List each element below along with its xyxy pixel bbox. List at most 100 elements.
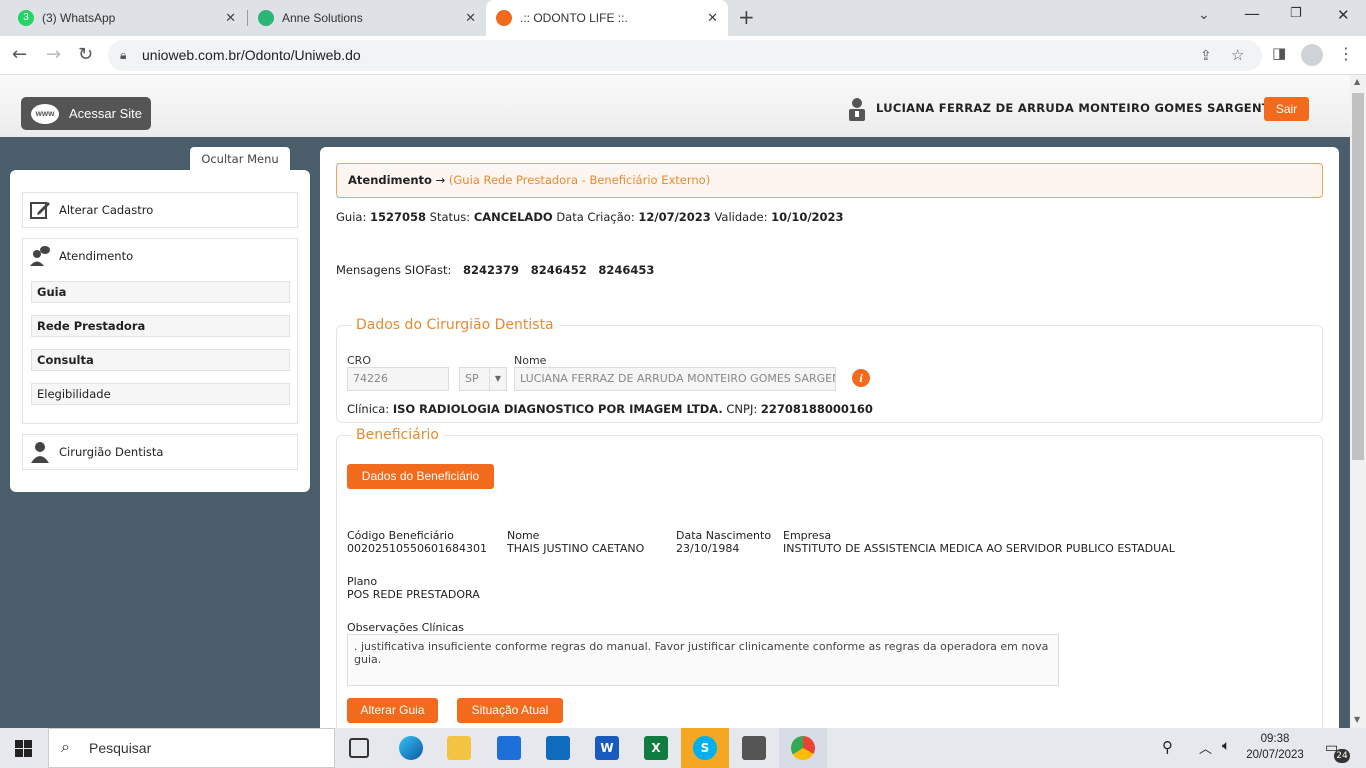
beneficiario-legend: Beneficiário <box>356 427 439 443</box>
nascimento-label: Data Nascimento <box>676 529 772 542</box>
empresa-value: INSTITUTO DE ASSISTENCIA MEDICA AO SERVI… <box>783 542 1175 555</box>
guia-label: Guia: <box>336 210 367 224</box>
cnpj-value: 22708188000160 <box>760 402 873 416</box>
sidebar-subitem-consulta[interactable]: Consulta <box>31 349 290 371</box>
page-scrollbar[interactable]: ▲ ▼ <box>1350 75 1366 728</box>
new-tab-icon[interactable]: + <box>738 5 755 29</box>
windows-taskbar: ⌕ Pesquisar W X S ⚲ ︿ 🔈︎ 09:38 20/07/202… <box>0 728 1366 768</box>
sidebar-item-alterar-cadastro[interactable]: Alterar Cadastro <box>22 192 298 228</box>
tab-title: .:: ODONTO LIFE ::. <box>520 11 628 25</box>
acessar-site-button[interactable]: www Acessar Site <box>21 97 151 130</box>
windows-start-icon[interactable] <box>15 740 32 757</box>
sidebar-item-atendimento[interactable]: Atendimento <box>23 239 297 273</box>
uf-select[interactable]: SP ▼ <box>459 367 507 391</box>
plano-label: Plano <box>347 575 378 588</box>
scrollbar-thumb[interactable] <box>1352 93 1364 460</box>
dentist-icon <box>31 442 49 463</box>
guia-number: 1527058 <box>369 210 426 224</box>
observacoes-textarea[interactable]: . justificativa insuficiente conforme re… <box>347 634 1059 686</box>
address-bar: ← → ↻ 🔒︎ unioweb.com.br/Odonto/Uniweb.do… <box>0 36 1366 75</box>
window-close-icon[interactable]: ✕ <box>1337 6 1350 24</box>
www-globe-icon: www <box>31 103 59 124</box>
clock-date: 20/07/2023 <box>1246 749 1304 761</box>
cro-input[interactable]: 74226 <box>347 367 449 391</box>
codigo-beneficiario: Código Beneficiário 00202510550601684301 <box>347 529 487 555</box>
edge-icon[interactable] <box>399 736 423 760</box>
taskbar-chrome[interactable] <box>779 728 827 768</box>
hide-menu-button[interactable]: Ocultar Menu <box>190 147 290 171</box>
sidebar-item-label: Atendimento <box>59 249 134 263</box>
url-field[interactable]: 🔒︎ unioweb.com.br/Odonto/Uniweb.do ⇪ ☆ <box>108 40 1262 71</box>
empresa-label: Empresa <box>783 529 832 542</box>
scroll-up-icon[interactable]: ▲ <box>1354 77 1360 86</box>
taskbar-clock[interactable]: 09:38 20/07/2023 <box>1240 731 1310 763</box>
chrome-icon <box>791 736 815 760</box>
mail-icon[interactable] <box>546 736 570 760</box>
uf-value: SP <box>465 372 479 385</box>
taskbar-search[interactable]: ⌕ Pesquisar <box>48 728 335 768</box>
forward-icon[interactable]: → <box>46 44 61 65</box>
sidebar-item-cirurgiao-dentista[interactable]: Cirurgião Dentista <box>22 434 298 470</box>
notification-badge: 24 <box>1334 749 1350 763</box>
info-icon[interactable]: i <box>852 369 870 387</box>
word-icon[interactable]: W <box>595 736 619 760</box>
siofast-message[interactable]: 8246453 <box>598 263 654 277</box>
kebab-menu-icon[interactable]: ⋮ <box>1338 44 1354 63</box>
siofast-message[interactable]: 8246452 <box>531 263 587 277</box>
task-view-icon[interactable] <box>349 738 369 758</box>
empresa: Empresa INSTITUTO DE ASSISTENCIA MEDICA … <box>783 529 1175 555</box>
file-explorer-icon[interactable] <box>447 736 471 760</box>
siofast-message[interactable]: 8242379 <box>463 263 519 277</box>
tab-whatsapp[interactable]: 3 (3) WhatsApp ✕ <box>8 0 246 36</box>
people-icon[interactable]: ⚲ <box>1162 738 1173 756</box>
tab-title: (3) WhatsApp <box>42 11 116 25</box>
main-panel: Atendimento → (Guia Rede Prestadora - Be… <box>320 147 1339 728</box>
excel-icon[interactable]: X <box>644 736 668 760</box>
dentista-nome-input[interactable]: LUCIANA FERRAZ DE ARRUDA MONTEIRO GOMES … <box>514 367 836 391</box>
site-header: www Acessar Site LUCIANA FERRAZ DE ARRUD… <box>0 75 1350 137</box>
close-icon[interactable]: ✕ <box>225 10 236 26</box>
volume-muted-icon[interactable]: 🔈︎ <box>1222 738 1230 754</box>
bookmark-star-icon[interactable]: ☆ <box>1231 40 1244 71</box>
back-icon[interactable]: ← <box>12 44 27 65</box>
sidebar-subitem-guia[interactable]: Guia <box>31 281 290 303</box>
search-icon: ⌕ <box>61 739 70 756</box>
close-icon[interactable]: ✕ <box>465 10 476 26</box>
tab-search-icon[interactable]: ⌄ <box>1198 7 1210 23</box>
sidebar-group-atendimento: Atendimento Guia Rede Prestadora Consult… <box>22 238 298 424</box>
data-nascimento: Data Nascimento 23/10/1984 <box>676 529 771 555</box>
close-icon[interactable]: ✕ <box>707 10 718 26</box>
situacao-atual-button[interactable]: Situação Atual <box>457 698 563 723</box>
criacao-date: 12/07/2023 <box>638 210 711 224</box>
dados-beneficiario-button[interactable]: Dados do Beneficiário <box>347 464 494 489</box>
tray-chevron-up-icon[interactable]: ︿ <box>1199 738 1212 757</box>
sidebar-subitem-rede-prestadora[interactable]: Rede Prestadora <box>31 315 290 337</box>
restore-icon[interactable]: ❐ <box>1290 6 1302 21</box>
plano-value: POS REDE PRESTADORA <box>347 588 480 601</box>
chevron-down-icon: ▼ <box>489 368 506 390</box>
store-icon[interactable] <box>497 736 521 760</box>
criacao-label: Data Criação: <box>556 210 635 224</box>
scroll-down-icon[interactable]: ▼ <box>1354 715 1360 724</box>
sidebar-subitem-elegibilidade[interactable]: Elegibilidade <box>31 383 290 405</box>
guia-summary: Guia: 1527058 Status: CANCELADO Data Cri… <box>336 210 844 224</box>
minimize-icon[interactable]: — <box>1244 4 1260 23</box>
scanner-app-icon[interactable] <box>742 736 766 760</box>
breadcrumb-link[interactable]: (Guia Rede Prestadora - Beneficiário Ext… <box>449 173 710 187</box>
taskbar-search-placeholder: Pesquisar <box>89 740 152 756</box>
tab-anne-solutions[interactable]: Anne Solutions ✕ <box>248 0 486 36</box>
breadcrumb: Atendimento → (Guia Rede Prestadora - Be… <box>336 163 1323 198</box>
share-icon[interactable]: ⇪ <box>1200 40 1212 71</box>
logout-button[interactable]: Sair <box>1264 97 1309 121</box>
reload-icon[interactable]: ↻ <box>78 44 93 65</box>
tab-odonto-life[interactable]: .:: ODONTO LIFE ::. ✕ <box>486 0 728 36</box>
skype-icon: S <box>693 736 717 760</box>
cro-label: CRO <box>347 354 371 367</box>
taskbar-active-app[interactable]: S <box>681 728 729 768</box>
alterar-guia-button[interactable]: Alterar Guia <box>347 698 438 723</box>
codigo-value: 00202510550601684301 <box>347 542 487 555</box>
profile-avatar-icon[interactable] <box>1301 44 1323 66</box>
sidepanel-icon[interactable]: ◨ <box>1272 44 1286 62</box>
dentista-legend: Dados do Cirurgião Dentista <box>356 317 554 333</box>
whatsapp-icon: 3 <box>18 10 34 26</box>
